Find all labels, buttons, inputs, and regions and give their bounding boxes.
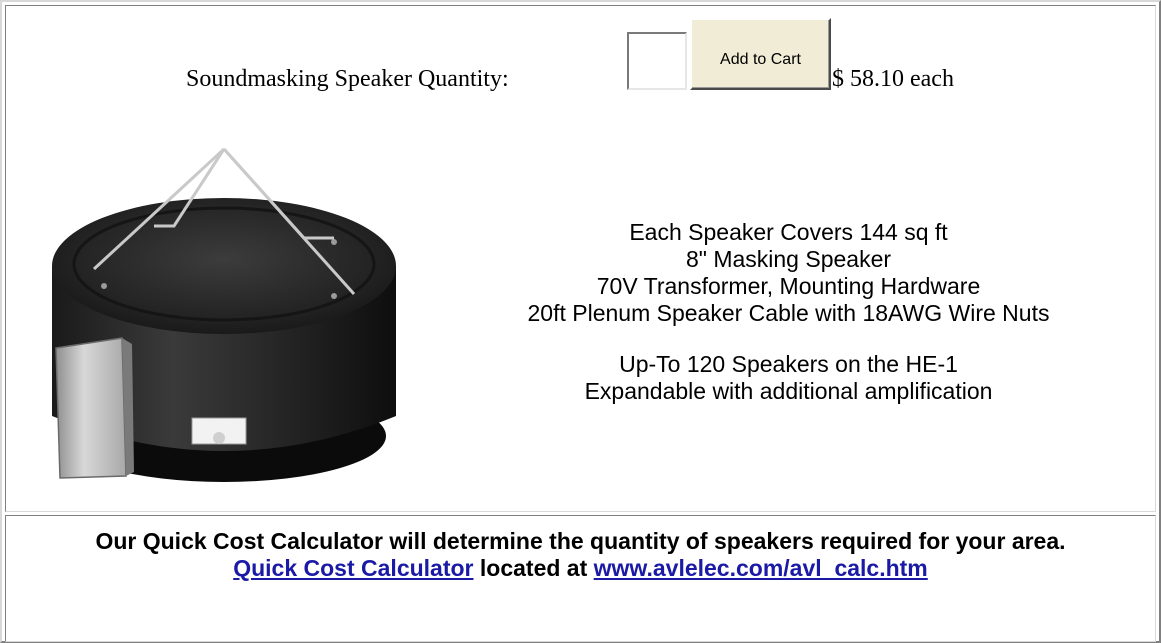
product-cell: Soundmasking Speaker Quantity: Add to Ca… (5, 5, 1156, 512)
located-at-text: located at (479, 555, 588, 581)
quantity-label: Soundmasking Speaker Quantity: (186, 66, 509, 92)
product-table: Soundmasking Speaker Quantity: Add to Ca… (0, 0, 1161, 643)
feature-gap (436, 327, 1141, 351)
capacity-line: Up-To 120 Speakers on the HE-1 (619, 351, 958, 377)
calculator-cell: Our Quick Cost Calculator will determine… (5, 515, 1156, 642)
calculator-url-link[interactable]: www.avlelec.com/avl_calc.htm (594, 555, 928, 581)
calculator-text-block: Our Quick Cost Calculator will determine… (6, 528, 1155, 582)
calculator-description: Our Quick Cost Calculator will determine… (95, 528, 1066, 554)
quantity-input[interactable] (627, 32, 687, 90)
add-to-cart-button[interactable]: Add to Cart (690, 18, 831, 90)
feature-transformer: 70V Transformer, Mounting Hardware (596, 273, 981, 299)
feature-coverage: Each Speaker Covers 144 sq ft (629, 219, 948, 245)
quick-cost-calculator-link[interactable]: Quick Cost Calculator (233, 555, 473, 581)
speaker-image (52, 147, 396, 482)
feature-cable: 20ft Plenum Speaker Cable with 18AWG Wir… (527, 300, 1050, 326)
calculator-link-line: Quick Cost Calculator located at www.avl… (6, 555, 1155, 582)
feature-list: Each Speaker Covers 144 sq ft 8" Masking… (436, 219, 1141, 405)
price-text: $ 58.10 each (832, 66, 954, 92)
feature-speaker-size: 8" Masking Speaker (685, 246, 892, 272)
order-row: Soundmasking Speaker Quantity: Add to Ca… (6, 18, 1155, 96)
expandability-line: Expandable with additional amplification (584, 378, 993, 404)
